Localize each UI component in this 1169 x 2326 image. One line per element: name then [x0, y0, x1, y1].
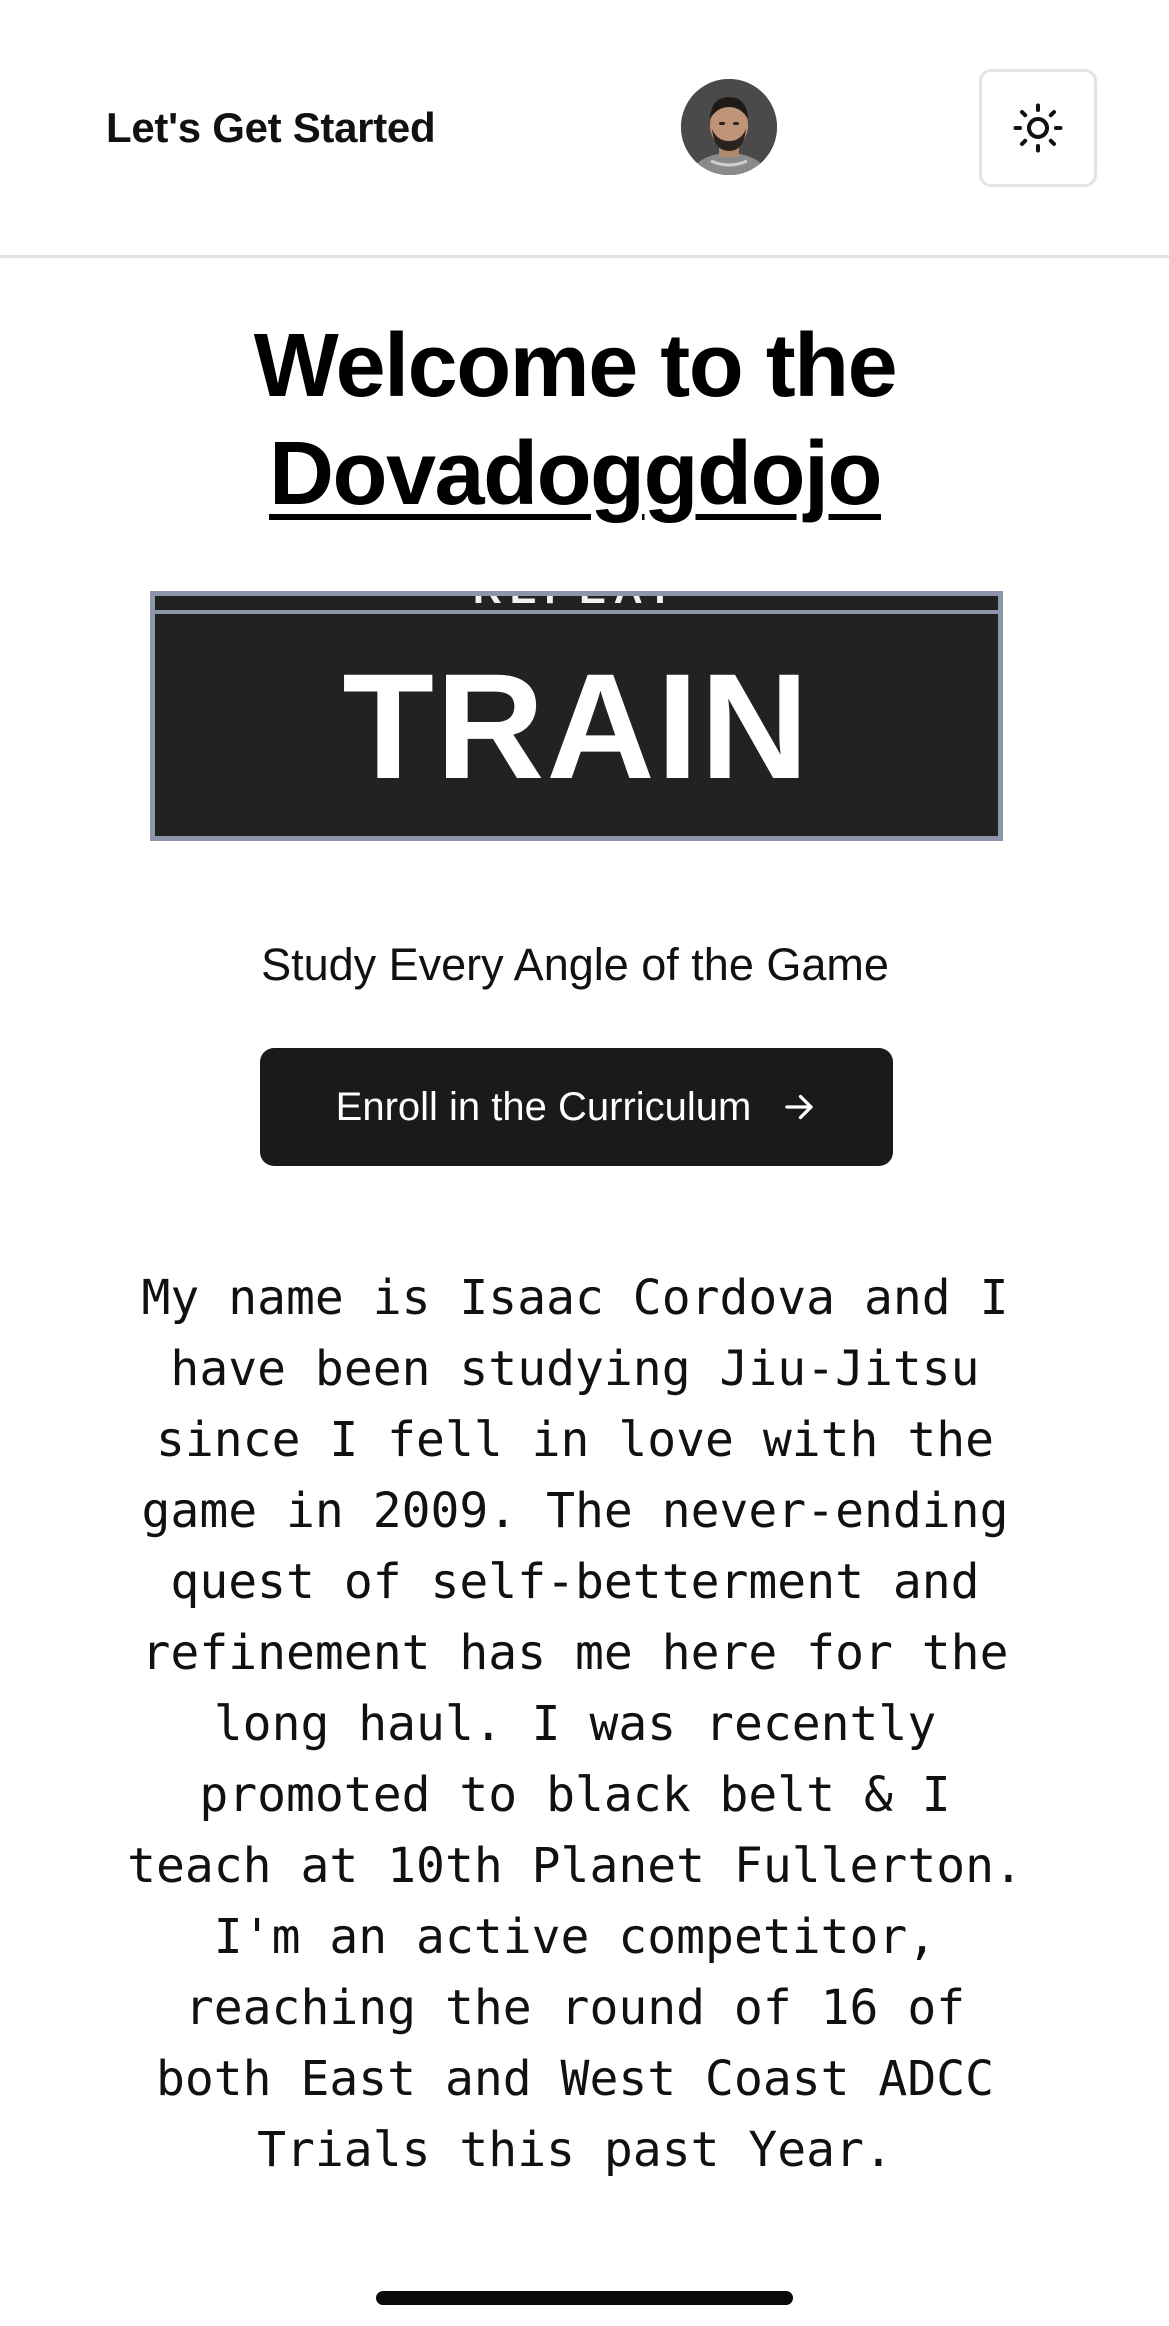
- banner-top-text: REPEAT: [155, 596, 998, 610]
- page: Let's Get Started Welcome to the Dovadog…: [0, 0, 1169, 2326]
- banner-top-strip: REPEAT: [155, 596, 998, 614]
- dojo-link[interactable]: Dovadoggdojo: [269, 424, 882, 524]
- sun-icon: [1011, 101, 1065, 155]
- enroll-button-label: Enroll in the Curriculum: [335, 1084, 752, 1129]
- enroll-button[interactable]: Enroll in the Curriculum: [260, 1048, 893, 1166]
- page-title: Welcome to the Dovadoggdojo: [0, 312, 1150, 528]
- title-line-1: Welcome to the: [253, 316, 898, 416]
- brand-link[interactable]: Let's Get Started: [106, 104, 436, 152]
- arrow-right-icon: [781, 1089, 817, 1125]
- avatar-portrait: [681, 79, 777, 175]
- train-banner-image: REPEAT TRAIN: [150, 591, 1003, 841]
- top-nav: Let's Get Started: [0, 0, 1169, 258]
- theme-toggle-button[interactable]: [979, 69, 1097, 187]
- tagline: Study Every Angle of the Game: [261, 939, 889, 990]
- banner-text: TRAIN: [342, 642, 811, 810]
- home-indicator: [376, 2291, 793, 2305]
- bio-paragraph: My name is Isaac Cordova and I have been…: [127, 1270, 1023, 2178]
- avatar[interactable]: [681, 79, 777, 175]
